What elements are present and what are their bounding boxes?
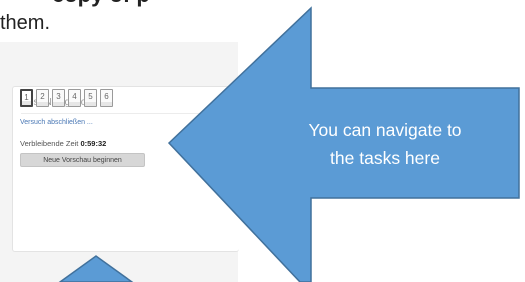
callout-text: You can navigate to the tasks here: [250, 116, 520, 172]
callout-line-1: You can navigate to: [308, 120, 462, 140]
up-arrow-shape: [58, 255, 134, 282]
callout-line-2: the tasks here: [330, 148, 440, 168]
